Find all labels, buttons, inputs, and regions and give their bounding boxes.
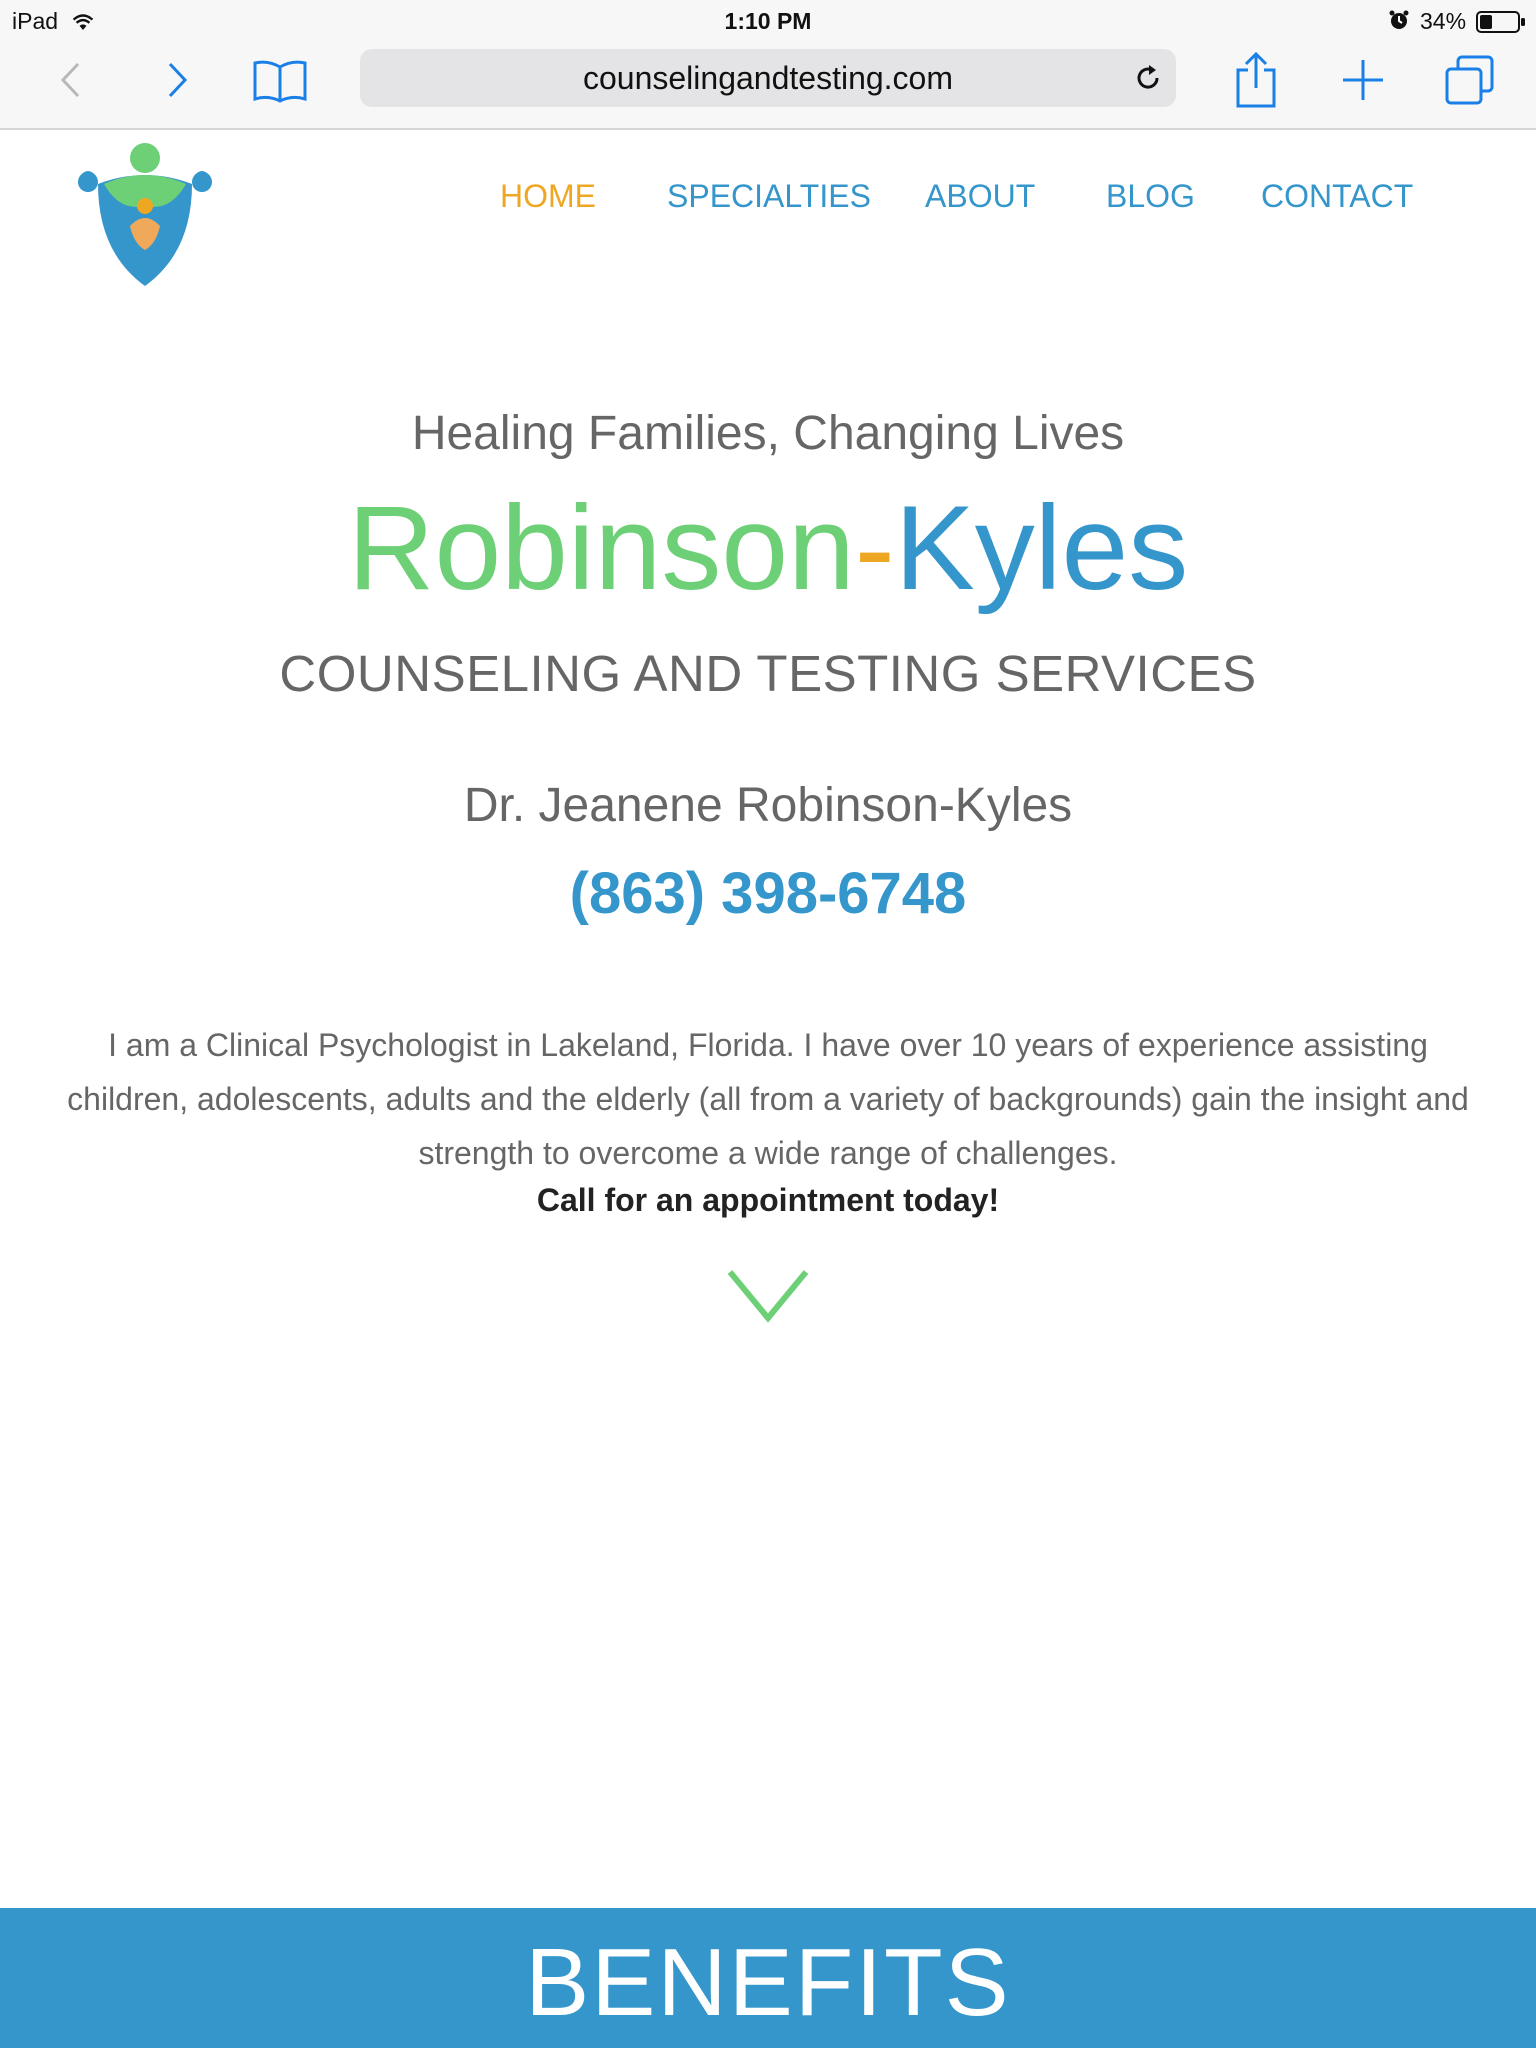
intro-paragraph: I am a Clinical Psychologist in Lakeland… (67, 1027, 1469, 1171)
clock: 1:10 PM (724, 8, 812, 34)
nav-home[interactable]: HOME (500, 178, 596, 215)
share-icon[interactable] (1232, 40, 1280, 120)
brand-title: Robinson-Kyles (0, 478, 1536, 618)
new-tab-icon[interactable] (1340, 40, 1386, 120)
call-to-action: Call for an appointment today! (536, 1182, 1000, 1218)
status-bar: iPad 1:10 PM 34% (0, 0, 1536, 40)
benefits-section: BENEFITS (0, 1908, 1536, 2048)
back-button[interactable] (50, 40, 90, 120)
phone-link[interactable]: (863) 398-6748 (0, 860, 1536, 927)
battery-icon (1476, 11, 1526, 39)
tabs-icon[interactable] (1444, 40, 1496, 120)
alarm-icon (1388, 9, 1410, 37)
forward-button[interactable] (158, 40, 198, 120)
brand-part-kyles: Kyles (894, 481, 1189, 615)
nav-contact[interactable]: CONTACT (1261, 178, 1413, 215)
address-bar[interactable]: counselingandtesting.com (360, 49, 1176, 107)
scroll-down-chevron-icon[interactable] (726, 1268, 810, 1329)
bookmarks-icon[interactable] (250, 40, 310, 120)
doctor-name: Dr. Jeanene Robinson-Kyles (463, 779, 1073, 832)
reload-icon[interactable] (1132, 62, 1164, 99)
url-text[interactable]: counselingandtesting.com (360, 49, 1176, 107)
nav-about[interactable]: ABOUT (925, 178, 1035, 215)
browser-toolbar: counselingandtesting.com (0, 40, 1536, 130)
main-nav: HOME SPECIALTIES ABOUT BLOG CONTACT (0, 178, 1536, 228)
nav-blog[interactable]: BLOG (1106, 178, 1195, 215)
brand-part-robinson: Robinson (347, 481, 855, 615)
nav-specialties[interactable]: SPECIALTIES (667, 178, 871, 215)
benefits-heading: BENEFITS (525, 1929, 1011, 2036)
services-heading: COUNSELING AND TESTING SERVICES (279, 645, 1257, 702)
brand-dash: - (854, 481, 895, 615)
battery-percent: 34% (1420, 8, 1467, 34)
tagline: Healing Families, Changing Lives (411, 407, 1125, 460)
